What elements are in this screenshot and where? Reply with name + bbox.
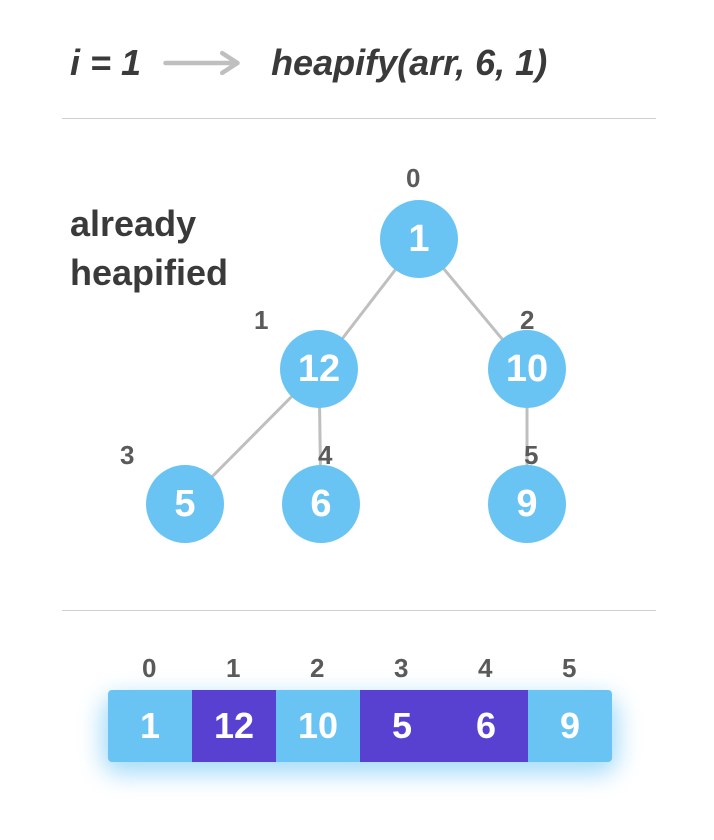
divider-top	[62, 118, 656, 119]
array-index: 1	[226, 653, 240, 684]
tree-node: 9	[488, 465, 566, 543]
array-cell: 5	[360, 690, 444, 762]
array-cell: 10	[276, 690, 360, 762]
array-index: 2	[310, 653, 324, 684]
array-cell: 9	[528, 690, 612, 762]
tree-node-index: 3	[120, 440, 134, 471]
tree-node: 12	[280, 330, 358, 408]
array-index: 4	[478, 653, 492, 684]
array-index: 5	[562, 653, 576, 684]
array-index: 3	[394, 653, 408, 684]
array-cell: 1	[108, 690, 192, 762]
tree-diagram: 01112210354659	[0, 150, 714, 590]
tree-node-index: 1	[254, 305, 268, 336]
array-index: 0	[142, 653, 156, 684]
tree-node: 5	[146, 465, 224, 543]
header-row: i = 1 heapify(arr, 6, 1)	[70, 42, 654, 84]
tree-node: 10	[488, 330, 566, 408]
array-cell: 12	[192, 690, 276, 762]
arrow-right-icon	[161, 48, 251, 78]
tree-node: 6	[282, 465, 360, 543]
variable-assignment: i = 1	[70, 42, 141, 84]
divider-bottom	[62, 610, 656, 611]
tree-node: 1	[380, 200, 458, 278]
tree-node-index: 0	[406, 163, 420, 194]
array-cell: 6	[444, 690, 528, 762]
array-diagram: 01234511210569	[0, 645, 714, 815]
function-call: heapify(arr, 6, 1)	[271, 42, 547, 84]
